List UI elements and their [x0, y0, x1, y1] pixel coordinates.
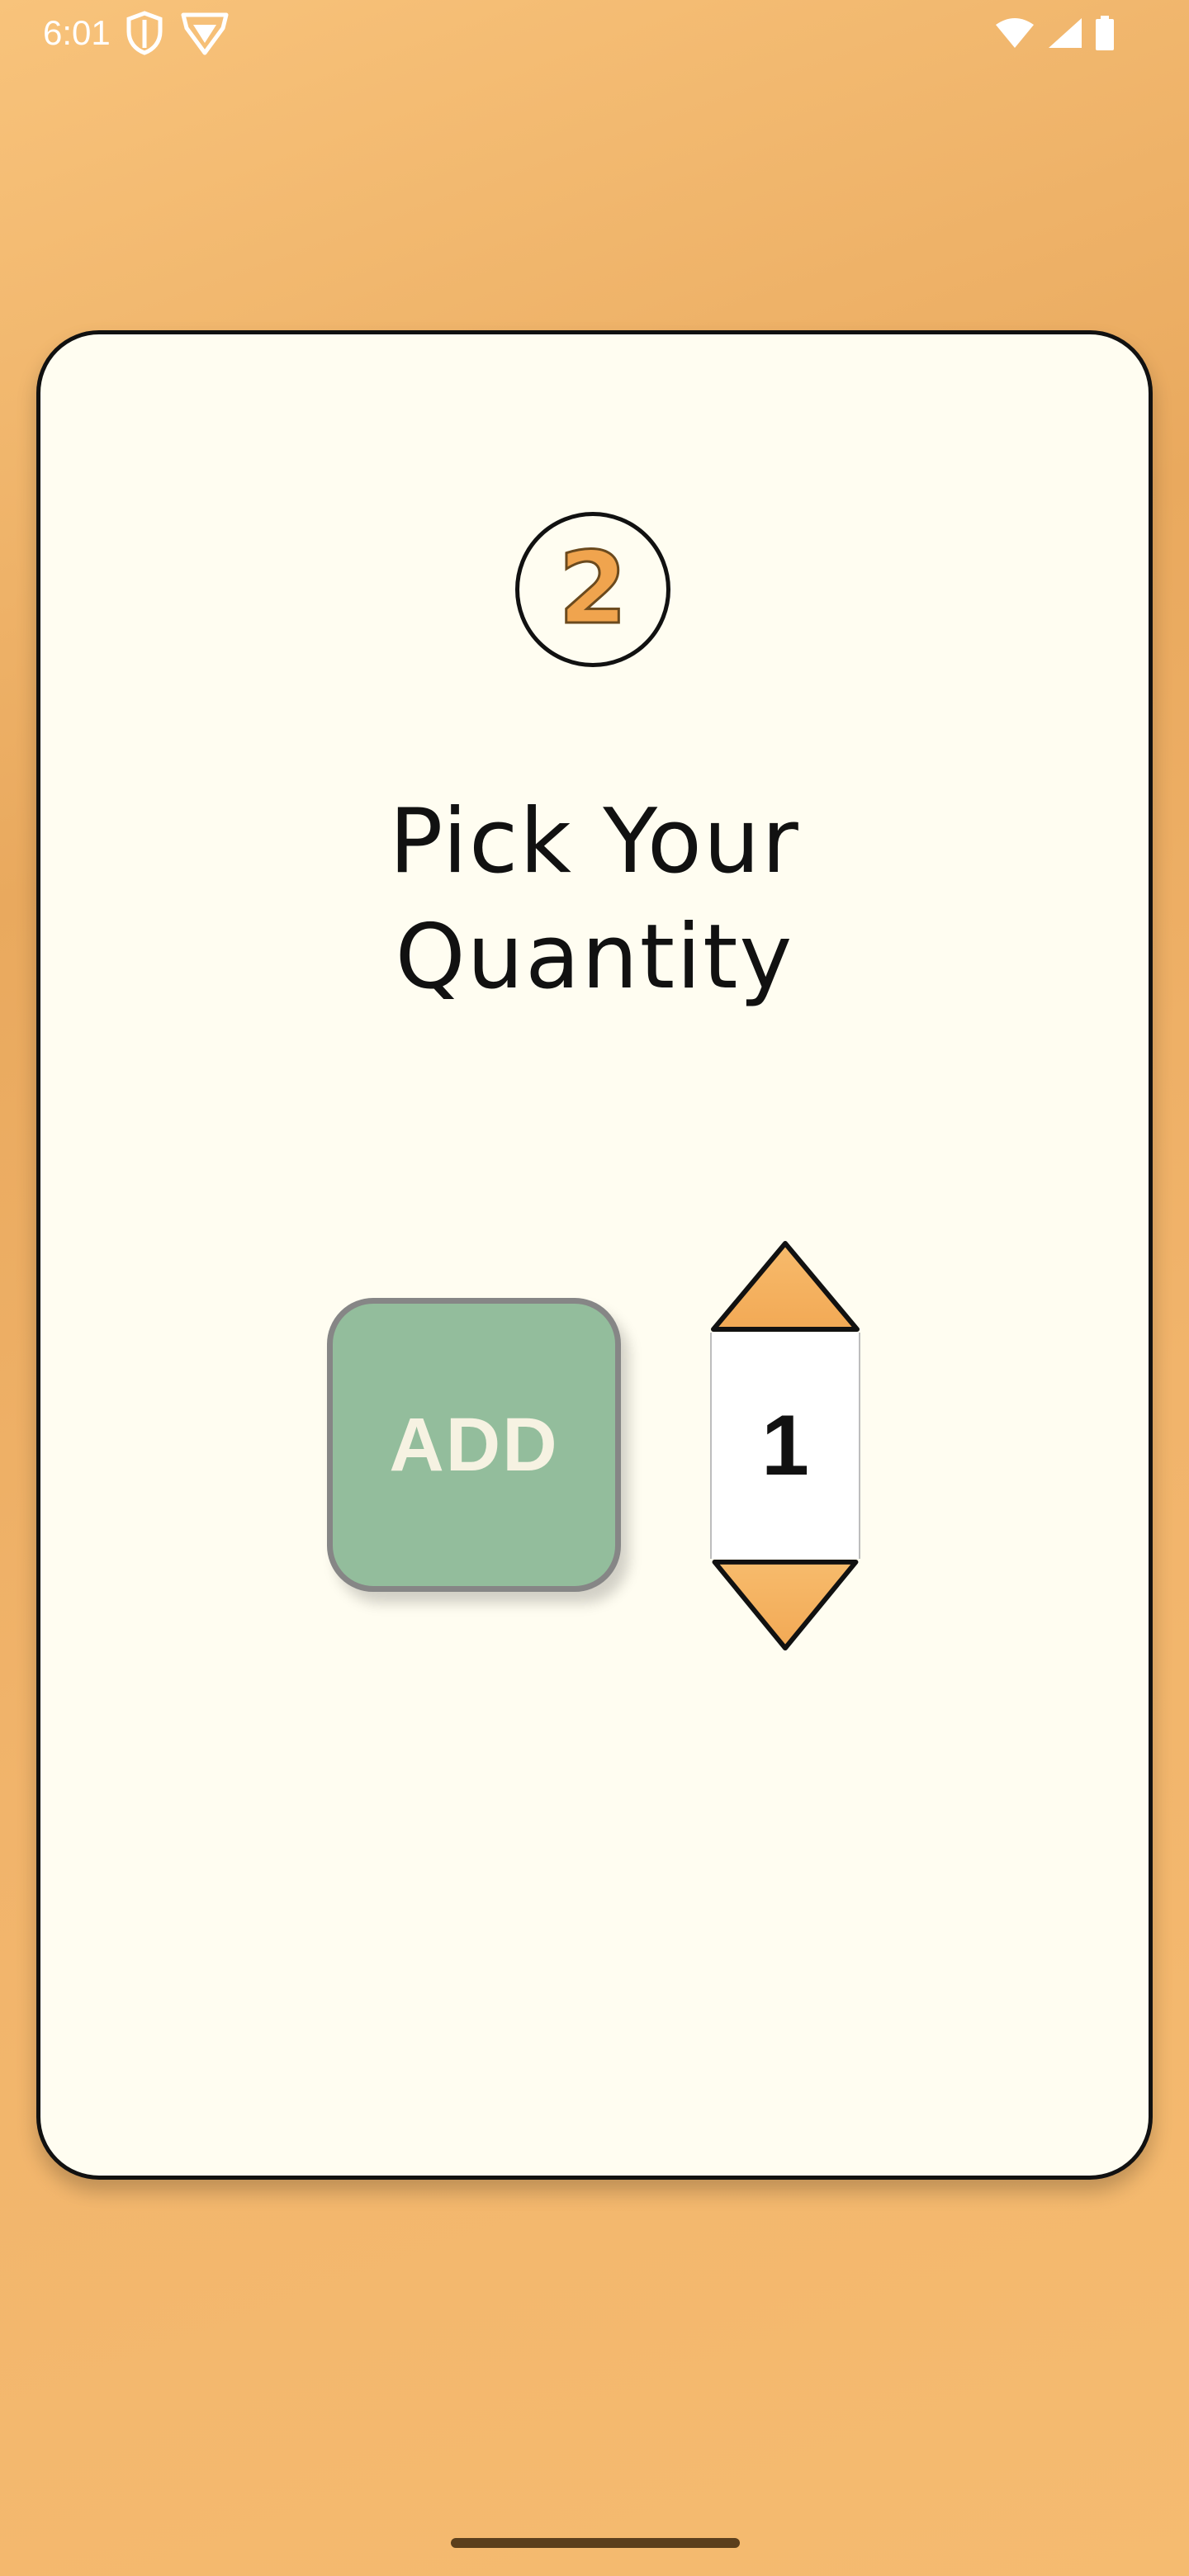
battery-icon: [1096, 16, 1114, 50]
status-time: 6:01: [43, 13, 111, 52]
vpn-shield-icon: [181, 12, 229, 55]
add-button[interactable]: ADD: [327, 1298, 621, 1592]
step-badge: 2: [515, 512, 670, 667]
page-title: Pick Your Quantity: [0, 784, 1189, 1016]
triangle-down-icon[interactable]: [708, 1559, 862, 1653]
home-indicator[interactable]: [451, 2538, 740, 2548]
status-right-icons: [994, 13, 1115, 53]
wifi-icon: [996, 18, 1034, 48]
shield-icon: [126, 11, 163, 55]
triangle-up-icon[interactable]: [708, 1238, 862, 1333]
status-bar: 6:01: [0, 0, 1189, 66]
step-number: 2: [557, 532, 628, 646]
quantity-value: 1: [761, 1397, 809, 1494]
title-line-2: Quantity: [395, 906, 794, 1009]
quantity-display: 1: [710, 1333, 860, 1559]
cell-signal-icon: [1049, 18, 1082, 48]
quantity-stepper: 1: [708, 1238, 862, 1655]
add-button-label: ADD: [389, 1402, 559, 1487]
title-line-1: Pick Your: [389, 790, 800, 893]
